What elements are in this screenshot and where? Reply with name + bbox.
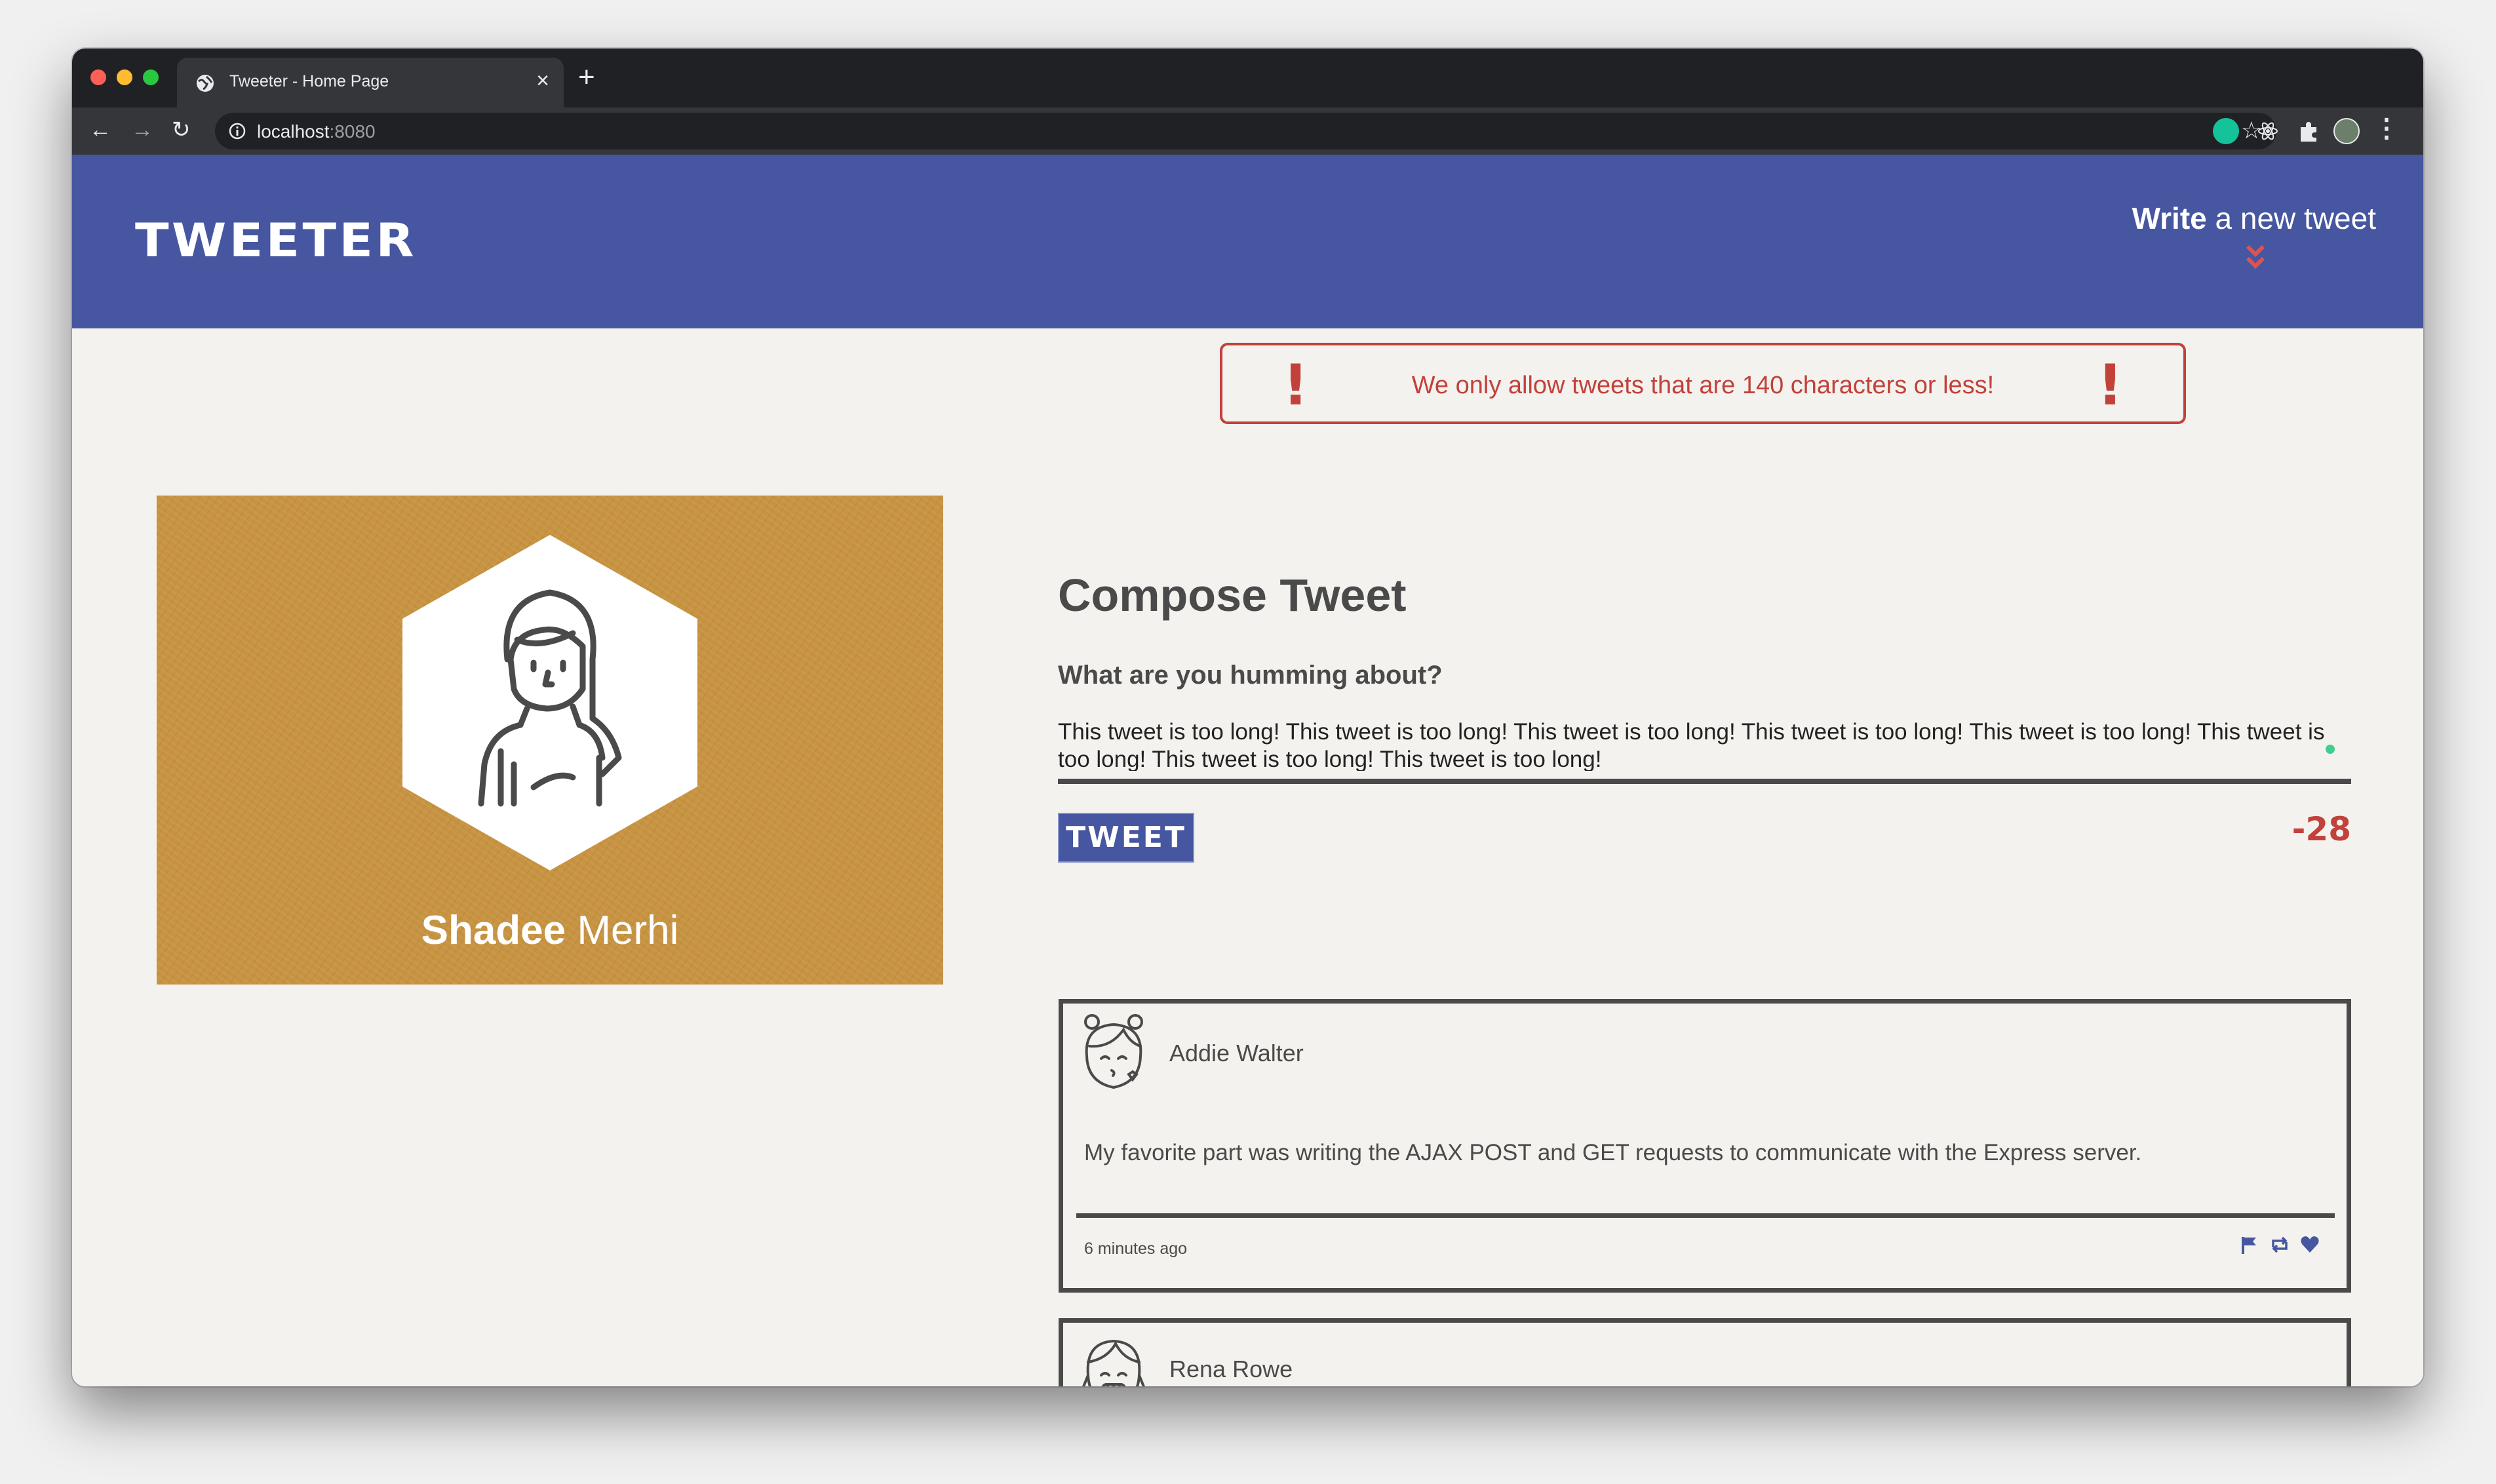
globe-icon (197, 75, 214, 92)
site-header: TWEETER Write a new tweet (72, 155, 2423, 328)
browser-toolbar: ← → ↻ localhost:8080 ☆ ⋮ (72, 107, 2423, 155)
url-text: localhost:8080 (257, 121, 376, 142)
profile-card: Shadee Merhi (157, 496, 943, 985)
tab-close-icon[interactable]: × (536, 69, 549, 92)
tweet-actions (2239, 1234, 2320, 1255)
tweet-divider (1076, 1213, 2335, 1218)
site-logo[interactable]: TWEETER (135, 214, 417, 267)
forward-arrow-icon[interactable]: → (131, 117, 153, 143)
flag-icon[interactable] (2239, 1234, 2260, 1255)
back-arrow-icon[interactable]: ← (89, 117, 111, 143)
browser-tab[interactable]: Tweeter - Home Page × (177, 58, 564, 107)
address-bar[interactable]: localhost:8080 ☆ (215, 113, 2276, 149)
tweet-author: Addie Walter (1169, 1040, 1304, 1066)
minimize-window-button[interactable] (117, 69, 132, 85)
extensions-puzzle-icon[interactable] (2295, 118, 2322, 144)
react-devtools-icon[interactable] (2255, 118, 2281, 144)
tweet-author: Rena Rowe (1169, 1356, 1293, 1382)
profile-name: Shadee Merhi (421, 908, 679, 953)
tweet-card: Rena Rowe (1059, 1318, 2351, 1386)
grammarly-status-dot[interactable] (2326, 745, 2335, 754)
profile-avatar[interactable] (2333, 118, 2360, 144)
close-window-button[interactable] (90, 69, 106, 85)
tweet-card: Addie Walter My favorite part was writin… (1059, 999, 2351, 1293)
tab-title: Tweeter - Home Page (229, 72, 389, 90)
character-counter: -28 (2291, 810, 2351, 848)
tab-bar: Tweeter - Home Page × + (72, 49, 2423, 107)
maximize-window-button[interactable] (143, 69, 159, 85)
info-icon[interactable] (228, 122, 246, 140)
exclamation-icon: ! (2097, 353, 2123, 418)
double-chevron-down-icon[interactable] (2242, 241, 2269, 274)
user-avatar-icon (1082, 1339, 1145, 1386)
tweet-timestamp: 6 minutes ago (1084, 1240, 1188, 1258)
more-menu-icon[interactable]: ⋮ (2373, 115, 2400, 142)
profile-avatar-illustration (402, 535, 697, 870)
reload-icon[interactable]: ↻ (172, 117, 191, 143)
compose-title: Compose Tweet (1058, 570, 1407, 621)
new-tab-icon[interactable]: + (578, 63, 595, 92)
error-text: We only allow tweets that are 140 charac… (1411, 372, 1995, 399)
textarea-underline (1058, 779, 2351, 784)
retweet-icon[interactable] (2269, 1234, 2290, 1255)
tweet-button[interactable]: TWEET (1058, 813, 1194, 863)
write-new-tweet-link[interactable]: Write a new tweet (2132, 201, 2376, 236)
tweet-content: My favorite part was writing the AJAX PO… (1084, 1140, 2142, 1165)
error-message: ! We only allow tweets that are 140 char… (1220, 343, 2186, 424)
grammarly-extension-icon[interactable] (2213, 118, 2239, 144)
browser-window: Tweeter - Home Page × + ← → ↻ localhost:… (72, 49, 2423, 1386)
compose-label: What are you humming about? (1058, 661, 1443, 690)
tweet-textarea[interactable]: This tweet is too long! This tweet is to… (1058, 718, 2349, 771)
user-avatar-icon (1084, 1014, 1143, 1089)
page-content: TWEETER Write a new tweet ! We only allo… (72, 155, 2423, 1386)
heart-icon[interactable] (2299, 1234, 2320, 1255)
